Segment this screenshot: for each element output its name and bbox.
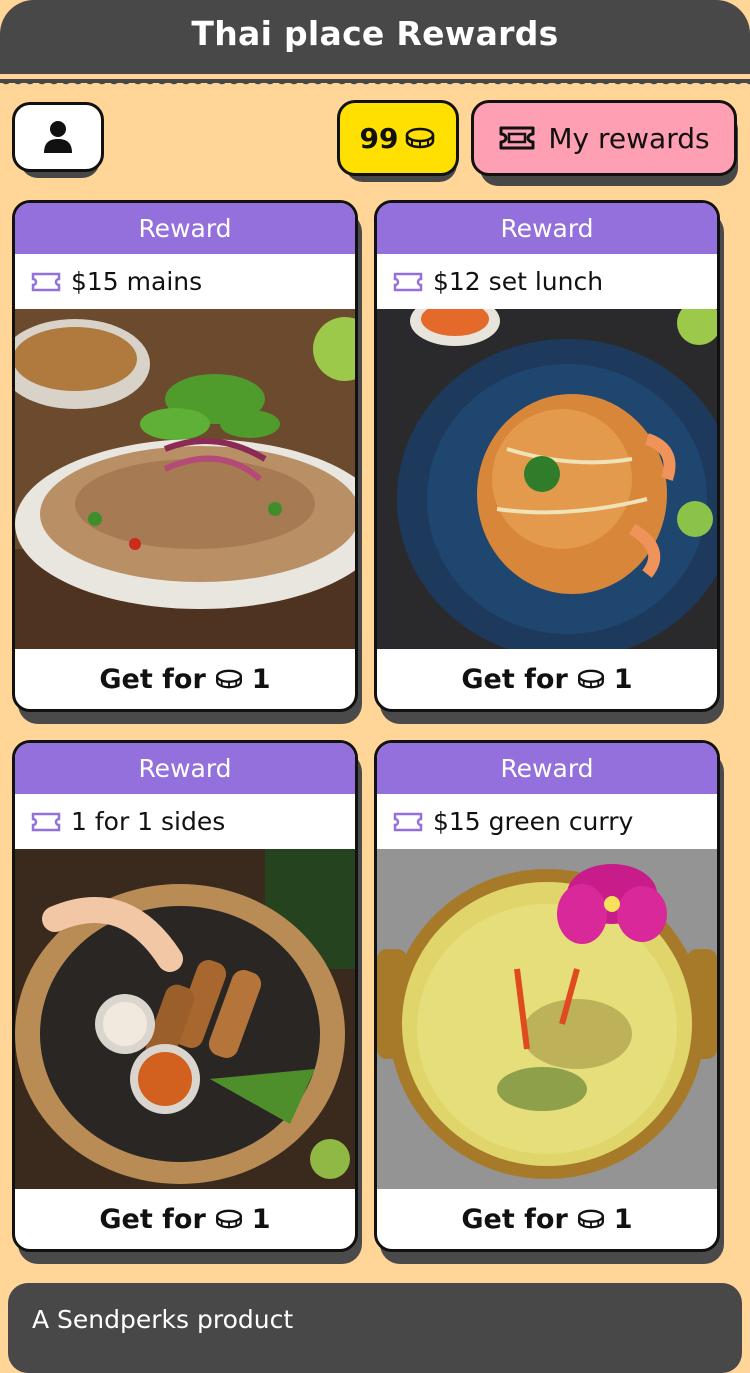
get-reward-button[interactable]: Get for 1 <box>377 649 717 709</box>
profile-button[interactable] <box>12 102 104 172</box>
reward-cost: 1 <box>613 663 633 695</box>
reward-cost: 1 <box>613 1203 633 1235</box>
coin-count: 99 <box>359 121 399 155</box>
get-for-label: Get for <box>99 663 206 695</box>
reward-tag: Reward <box>15 203 355 254</box>
reward-name: $15 green curry <box>433 807 634 836</box>
footer: A Sendperks product <box>8 1283 742 1373</box>
reward-name: $15 mains <box>71 267 203 296</box>
header-scallop <box>0 79 750 91</box>
coin-stack-icon <box>406 127 435 149</box>
get-reward-button[interactable]: Get for 1 <box>377 1189 717 1249</box>
get-for-label: Get for <box>99 1203 206 1235</box>
reward-name-row: $12 set lunch <box>377 254 717 309</box>
reward-image-satay <box>15 849 355 1189</box>
reward-tag: Reward <box>377 203 717 254</box>
coin-stack-icon <box>577 1209 604 1229</box>
ticket-icon <box>499 126 535 150</box>
ticket-icon <box>393 812 423 831</box>
coin-stack-icon <box>215 669 242 689</box>
coin-balance[interactable]: 99 <box>337 100 459 176</box>
ticket-icon <box>393 272 423 291</box>
reward-name-row: $15 mains <box>15 254 355 309</box>
user-icon <box>44 121 72 153</box>
coin-stack-icon <box>577 669 604 689</box>
reward-cost: 1 <box>251 663 271 695</box>
reward-card[interactable]: Reward 1 for 1 sides Get for 1 <box>12 740 358 1252</box>
page-title: Thai place Rewards <box>191 14 559 53</box>
reward-image-pad-thai <box>377 309 717 649</box>
my-rewards-label: My rewards <box>548 121 710 155</box>
reward-name: $12 set lunch <box>433 267 604 296</box>
reward-card[interactable]: Reward $12 set lunch Get for 1 <box>374 200 720 712</box>
reward-name-row: 1 for 1 sides <box>15 794 355 849</box>
get-for-label: Get for <box>461 663 568 695</box>
reward-name-row: $15 green curry <box>377 794 717 849</box>
reward-name: 1 for 1 sides <box>71 807 226 836</box>
ticket-icon <box>31 272 61 291</box>
get-reward-button[interactable]: Get for 1 <box>15 649 355 709</box>
app-header: Thai place Rewards <box>0 0 750 74</box>
get-for-label: Get for <box>461 1203 568 1235</box>
get-reward-button[interactable]: Get for 1 <box>15 1189 355 1249</box>
reward-cost: 1 <box>251 1203 271 1235</box>
my-rewards-button[interactable]: My rewards <box>471 100 737 176</box>
footer-text: A Sendperks product <box>32 1305 294 1334</box>
reward-tag: Reward <box>15 743 355 794</box>
ticket-icon <box>31 812 61 831</box>
reward-image-green-curry <box>377 849 717 1189</box>
reward-card[interactable]: Reward $15 green curry Get for 1 <box>374 740 720 1252</box>
reward-image-larb-salad <box>15 309 355 649</box>
reward-tag: Reward <box>377 743 717 794</box>
coin-stack-icon <box>215 1209 242 1229</box>
reward-card[interactable]: Reward $15 mains Get for 1 <box>12 200 358 712</box>
